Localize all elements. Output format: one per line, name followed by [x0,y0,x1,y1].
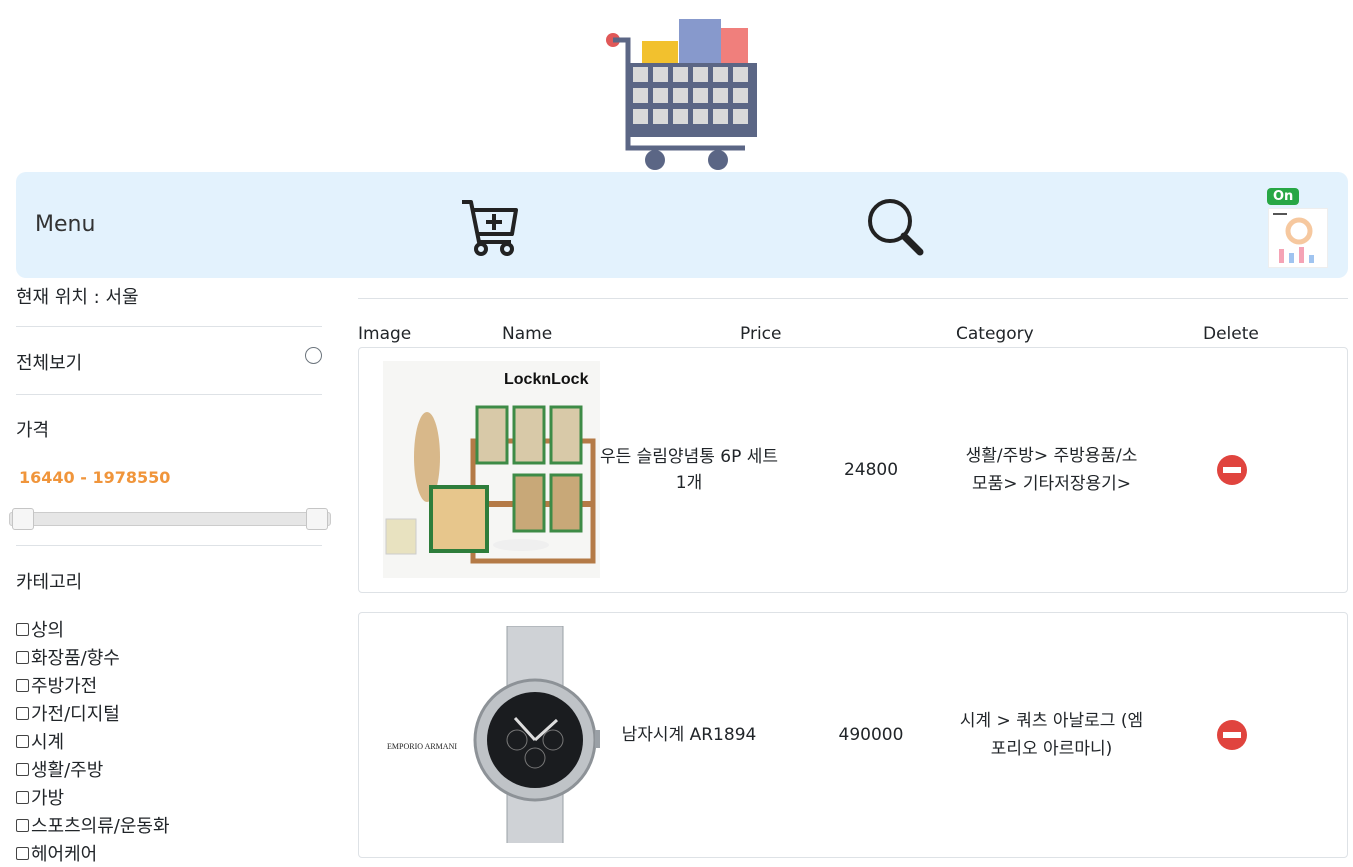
category-item[interactable]: 화장품/향수 [16,643,170,671]
minus-circle-icon[interactable] [1216,719,1248,751]
category-label: 카테고리 [16,572,83,593]
search-icon[interactable] [864,196,924,256]
category-item[interactable]: 가방 [16,783,170,811]
category-item[interactable]: 주방가전 [16,671,170,699]
price-range-value: 16440 - 1978550 [19,468,171,487]
category-list: 상의 화장품/향수 주방가전 가전/디지털 시계 생활/주방 가방 스포츠의류/… [16,615,170,867]
chart-thumbnail-image [1268,208,1328,268]
header-delete: Delete [1203,324,1259,344]
shopping-cart-logo-icon [606,19,757,170]
header-price: Price [740,324,782,344]
price-slider[interactable] [9,508,331,530]
header-name: Name [502,324,553,344]
price-slider-max-handle[interactable] [306,508,328,530]
category-checkbox[interactable] [16,734,29,748]
category-checkbox[interactable] [16,706,29,720]
category-checkbox[interactable] [16,762,29,776]
price-slider-min-handle[interactable] [12,508,34,530]
navbar: Menu On [16,172,1348,278]
category-checkbox[interactable] [16,622,29,636]
product-image[interactable]: LocknLock [383,361,600,578]
price-label: 가격 [16,420,50,441]
category-item[interactable]: 상의 [16,615,170,643]
category-item[interactable]: 헤어케어 [16,839,170,867]
divider [16,394,322,395]
divider [16,326,322,327]
product-price: 24800 [843,460,899,480]
category-item[interactable]: 스포츠의류/운동화 [16,811,170,839]
menu-button[interactable]: Menu [35,212,95,237]
category-item[interactable]: 가전/디지털 [16,699,170,727]
view-all-label: 전체보기 [16,353,83,374]
category-item[interactable]: 시계 [16,727,170,755]
current-location: 현재 위치 : 서울 [16,287,139,308]
table-row: EMPORIO ARMANI 남자시계 AR1894 490000 시계 > 쿼… [358,612,1348,858]
divider [358,298,1348,299]
header-image: Image [358,324,412,344]
category-checkbox[interactable] [16,790,29,804]
on-badge: On [1267,188,1300,205]
product-name: 남자시계 AR1894 [621,724,757,745]
product-price: 490000 [838,725,904,745]
brand-logo-text: EMPORIO ARMANI [387,742,457,751]
category-item[interactable]: 생활/주방 [16,755,170,783]
brand-logo-text: LocknLock [504,371,589,388]
table-row: LocknLock 우든 슬림양념통 6P 세트 1개 24800 생활/주방>… [358,347,1348,593]
header-category: Category [956,324,1034,344]
product-category: 시계 > 쿼츠 아날로그 (엠포리오 아르마니) [959,710,1144,759]
screenshot-thumbnail[interactable]: On [1267,186,1329,270]
product-image[interactable]: EMPORIO ARMANI [383,626,600,843]
view-all-radio[interactable] [305,347,322,364]
cart-add-icon[interactable] [459,196,519,256]
divider [16,545,322,546]
product-name: 우든 슬림양념통 6P 세트 1개 [599,446,779,493]
product-category: 생활/주방> 주방용품/소모품> 기타저장용기> [965,445,1138,494]
category-checkbox[interactable] [16,846,29,860]
minus-circle-icon[interactable] [1216,454,1248,486]
category-checkbox[interactable] [16,818,29,832]
category-checkbox[interactable] [16,678,29,692]
category-checkbox[interactable] [16,650,29,664]
